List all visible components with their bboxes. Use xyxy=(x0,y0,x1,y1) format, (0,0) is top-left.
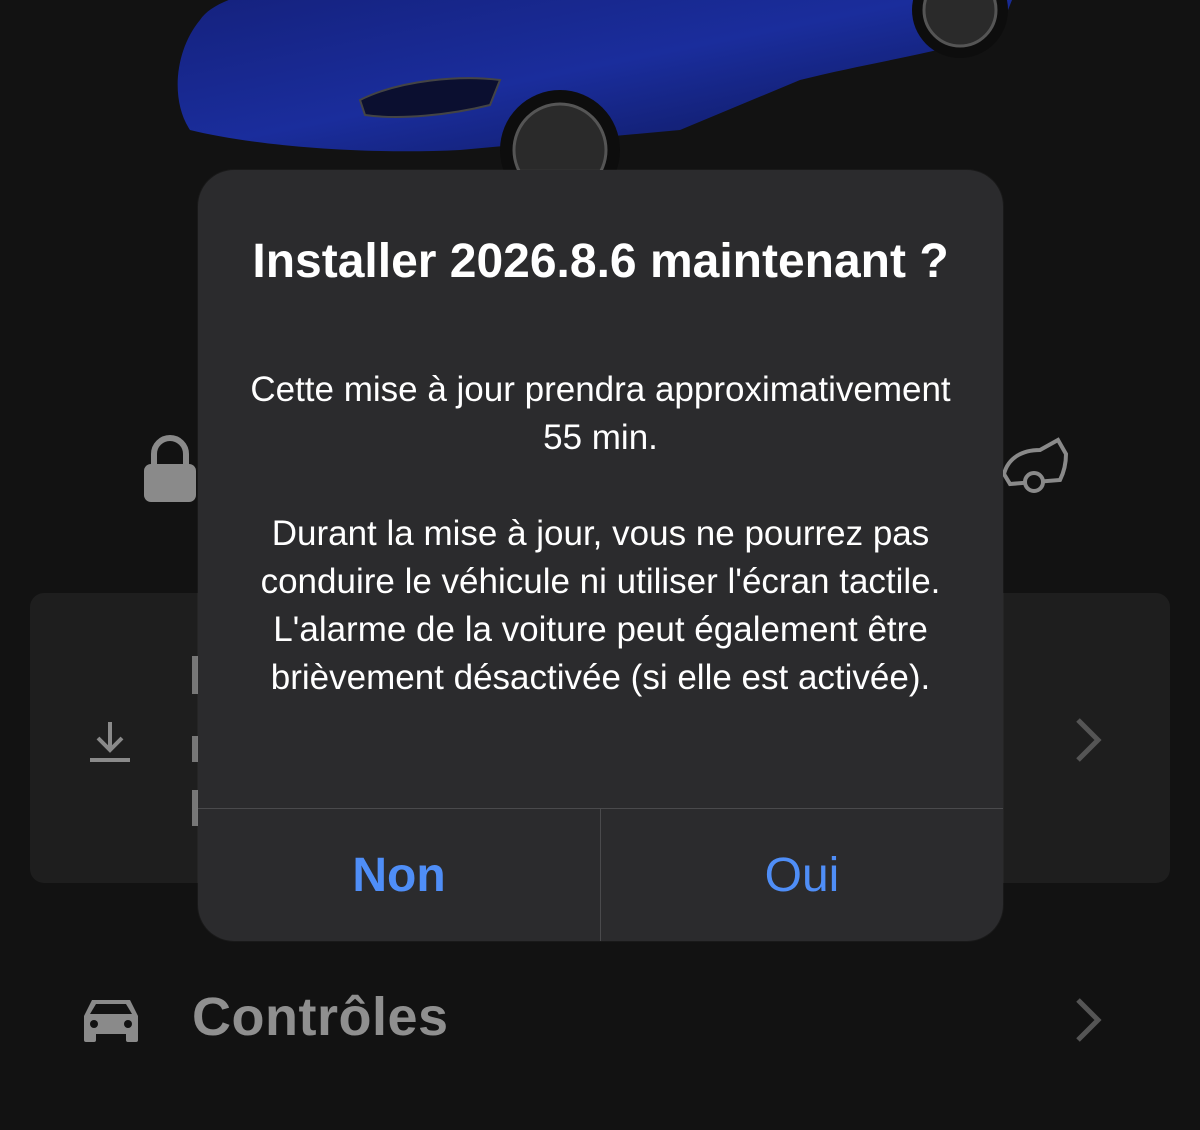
download-icon xyxy=(90,722,130,762)
controls-label: Contrôles xyxy=(192,987,449,1047)
chevron-right-icon xyxy=(1076,998,1102,1042)
install-update-alert: Installer 2026.8.6 maintenant ? Cette mi… xyxy=(198,170,1003,941)
car-trunk-icon[interactable] xyxy=(1000,430,1072,502)
alert-title: Installer 2026.8.6 maintenant ? xyxy=(252,235,949,288)
alert-message: Cette mise à jour prendra approximativem… xyxy=(228,366,973,702)
lock-icon[interactable] xyxy=(140,432,200,504)
alert-duration-text: Cette mise à jour prendra approximativem… xyxy=(250,370,951,457)
alert-warning-text: Durant la mise à jour, vous ne pourrez p… xyxy=(260,514,941,697)
car-image xyxy=(177,0,1012,180)
chevron-right-icon xyxy=(1076,718,1102,762)
controls-row[interactable]: Contrôles xyxy=(0,980,1200,1070)
car-icon xyxy=(84,1000,138,1042)
yes-button[interactable]: Oui xyxy=(601,809,1003,941)
app-screen: Contrôles Installer 2026.8.6 maintenant … xyxy=(0,0,1200,1130)
no-button[interactable]: Non xyxy=(198,809,600,941)
